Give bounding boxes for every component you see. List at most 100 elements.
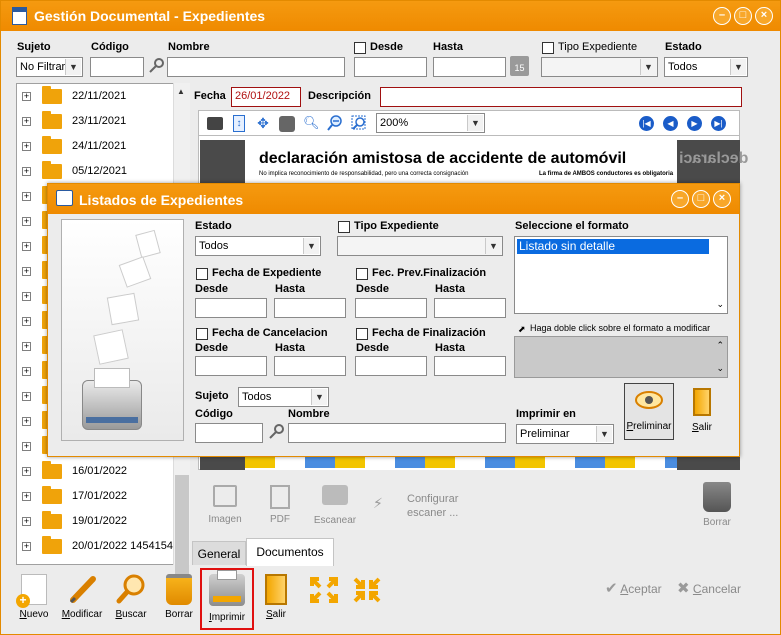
expand-plus-icon[interactable]: + bbox=[22, 267, 31, 276]
dlg-sujeto-select[interactable]: Todos ▼ bbox=[238, 387, 329, 407]
fecha-exp-desde[interactable] bbox=[195, 298, 267, 318]
modificar-button[interactable]: Modificar bbox=[60, 574, 104, 620]
zoom-select-icon[interactable] bbox=[351, 115, 367, 131]
fecha-exp-checkbox[interactable] bbox=[196, 268, 208, 280]
nombre-input[interactable] bbox=[167, 57, 345, 77]
collapse-icon[interactable] bbox=[352, 576, 382, 604]
pdf-button[interactable]: PDF bbox=[262, 485, 298, 525]
zoom-in-icon[interactable]: 🔍︎ bbox=[303, 115, 320, 131]
fecha-cancel-hasta[interactable] bbox=[274, 356, 346, 376]
tab-documentos[interactable]: Documentos bbox=[246, 538, 334, 566]
chevron-down-icon[interactable]: ⌄ bbox=[716, 299, 724, 310]
fec-prev-desde[interactable] bbox=[355, 298, 427, 318]
fec-prev-checkbox[interactable] bbox=[356, 268, 368, 280]
fecha-exp-hasta[interactable] bbox=[274, 298, 346, 318]
dlg-nombre-input[interactable] bbox=[288, 423, 506, 443]
dlg-estado-select[interactable]: Todos ▼ bbox=[195, 236, 321, 256]
key-search-icon[interactable] bbox=[148, 58, 164, 74]
first-page-icon[interactable]: |◀ bbox=[639, 116, 654, 131]
next-page-icon[interactable]: ▶ bbox=[687, 116, 702, 131]
dlg-tipo-select[interactable]: ▼ bbox=[337, 236, 503, 256]
close-button[interactable]: × bbox=[755, 7, 773, 25]
expand-plus-icon[interactable]: + bbox=[22, 467, 31, 476]
fecha-checkbox[interactable] bbox=[354, 42, 366, 54]
formato-item[interactable]: Listado sin detalle bbox=[517, 239, 709, 254]
configurar-button[interactable]: Configurar escaner ... bbox=[407, 492, 467, 520]
dialog-minimize-button[interactable]: – bbox=[671, 190, 689, 208]
expand-plus-icon[interactable]: + bbox=[22, 292, 31, 301]
fecha-fin-checkbox[interactable] bbox=[356, 328, 368, 340]
cancelar-button[interactable]: ✖︎ Cancelar bbox=[677, 579, 747, 597]
preliminar-button[interactable]: Preliminar bbox=[624, 383, 674, 440]
tree-item[interactable]: +22/11/2021 bbox=[17, 84, 175, 109]
expand-plus-icon[interactable]: + bbox=[22, 342, 31, 351]
expand-plus-icon[interactable]: + bbox=[22, 142, 31, 151]
fecha-fin-hasta[interactable] bbox=[434, 356, 506, 376]
desde-input[interactable] bbox=[354, 57, 427, 77]
expand-plus-icon[interactable]: + bbox=[22, 242, 31, 251]
expand-plus-icon[interactable]: + bbox=[22, 417, 31, 426]
expand-plus-icon[interactable]: + bbox=[22, 542, 31, 551]
fecha-fin-desde[interactable] bbox=[355, 356, 427, 376]
dialog-maximize-button[interactable]: □ bbox=[692, 190, 710, 208]
imagen-button[interactable]: Imagen bbox=[204, 485, 246, 525]
key-search-icon[interactable] bbox=[268, 424, 284, 440]
tree-item[interactable]: +23/11/2021 bbox=[17, 109, 175, 134]
aceptar-button[interactable]: ✔︎ Aceptar bbox=[605, 579, 667, 597]
imprimir-button[interactable]: Imprimir bbox=[200, 568, 254, 630]
doc-borrar-button[interactable]: Borrar bbox=[698, 482, 736, 528]
hand-icon[interactable] bbox=[279, 116, 295, 132]
descripcion-input[interactable] bbox=[380, 87, 742, 107]
dlg-codigo-input[interactable] bbox=[195, 423, 263, 443]
last-page-icon[interactable]: ▶| bbox=[711, 116, 726, 131]
fecha-cancel-desde[interactable] bbox=[195, 356, 267, 376]
estado-select[interactable]: Todos ▼ bbox=[664, 57, 748, 77]
dlg-salir-button[interactable]: Salir bbox=[684, 388, 720, 433]
prev-page-icon[interactable]: ◀ bbox=[663, 116, 678, 131]
sujeto-select[interactable]: No Filtrar ▼ bbox=[16, 57, 83, 77]
chevron-down-icon[interactable]: ⌄ bbox=[716, 363, 724, 374]
expand-plus-icon[interactable]: + bbox=[22, 217, 31, 226]
nuevo-button[interactable]: + Nuevo bbox=[15, 574, 53, 620]
minimize-button[interactable]: – bbox=[713, 7, 731, 25]
tree-item[interactable]: +17/01/2022 bbox=[17, 484, 175, 509]
zoom-out-icon[interactable] bbox=[327, 115, 343, 131]
dialog-close-button[interactable]: × bbox=[713, 190, 731, 208]
codigo-input[interactable] bbox=[90, 57, 144, 77]
tipo-select[interactable]: ▼ bbox=[541, 57, 658, 77]
expand-plus-icon[interactable]: + bbox=[22, 117, 31, 126]
chevron-up-icon[interactable]: ⌃ bbox=[716, 340, 724, 351]
expand-plus-icon[interactable]: + bbox=[22, 517, 31, 526]
tree-item[interactable]: +20/01/2022 1454154 bbox=[17, 534, 175, 559]
calendar-icon[interactable]: 15 bbox=[510, 56, 529, 76]
expand-plus-icon[interactable]: + bbox=[22, 367, 31, 376]
tree-item[interactable]: +05/12/2021 bbox=[17, 159, 175, 184]
hasta-input[interactable] bbox=[433, 57, 506, 77]
salir-button[interactable]: Salir bbox=[260, 574, 292, 620]
expand-plus-icon[interactable]: + bbox=[22, 167, 31, 176]
zoom-select[interactable]: 200% ▼ bbox=[376, 113, 485, 133]
escanear-button[interactable]: Escanear bbox=[309, 485, 361, 526]
expand-plus-icon[interactable]: + bbox=[22, 317, 31, 326]
fec-prev-hasta[interactable] bbox=[434, 298, 506, 318]
fecha-cancel-checkbox[interactable] bbox=[196, 328, 208, 340]
tree-item[interactable]: +16/01/2022 bbox=[17, 459, 175, 484]
tab-general[interactable]: General bbox=[192, 541, 246, 565]
expand-icon[interactable] bbox=[309, 576, 339, 604]
dlg-tipo-checkbox[interactable] bbox=[338, 221, 350, 233]
fecha-input[interactable]: 26/01/2022 bbox=[231, 87, 301, 107]
borrar-button[interactable]: Borrar bbox=[161, 574, 197, 620]
expand-plus-icon[interactable]: + bbox=[22, 192, 31, 201]
imprimir-en-select[interactable]: Preliminar ▼ bbox=[516, 424, 614, 444]
expand-plus-icon[interactable]: + bbox=[22, 442, 31, 451]
scroll-thumb[interactable] bbox=[175, 475, 189, 575]
fit-height-icon[interactable]: ↕ bbox=[233, 115, 245, 132]
tree-item[interactable]: +24/11/2021 bbox=[17, 134, 175, 159]
fit-page-icon[interactable]: ✥ bbox=[255, 115, 271, 132]
tree-item[interactable]: +19/01/2022 bbox=[17, 509, 175, 534]
expand-plus-icon[interactable]: + bbox=[22, 92, 31, 101]
formato-list[interactable]: Listado sin detalle ⌄ bbox=[514, 236, 728, 314]
printer-icon[interactable] bbox=[207, 117, 223, 130]
tipo-checkbox[interactable] bbox=[542, 42, 554, 54]
scroll-up-arrow[interactable]: ▲ bbox=[177, 87, 185, 96]
